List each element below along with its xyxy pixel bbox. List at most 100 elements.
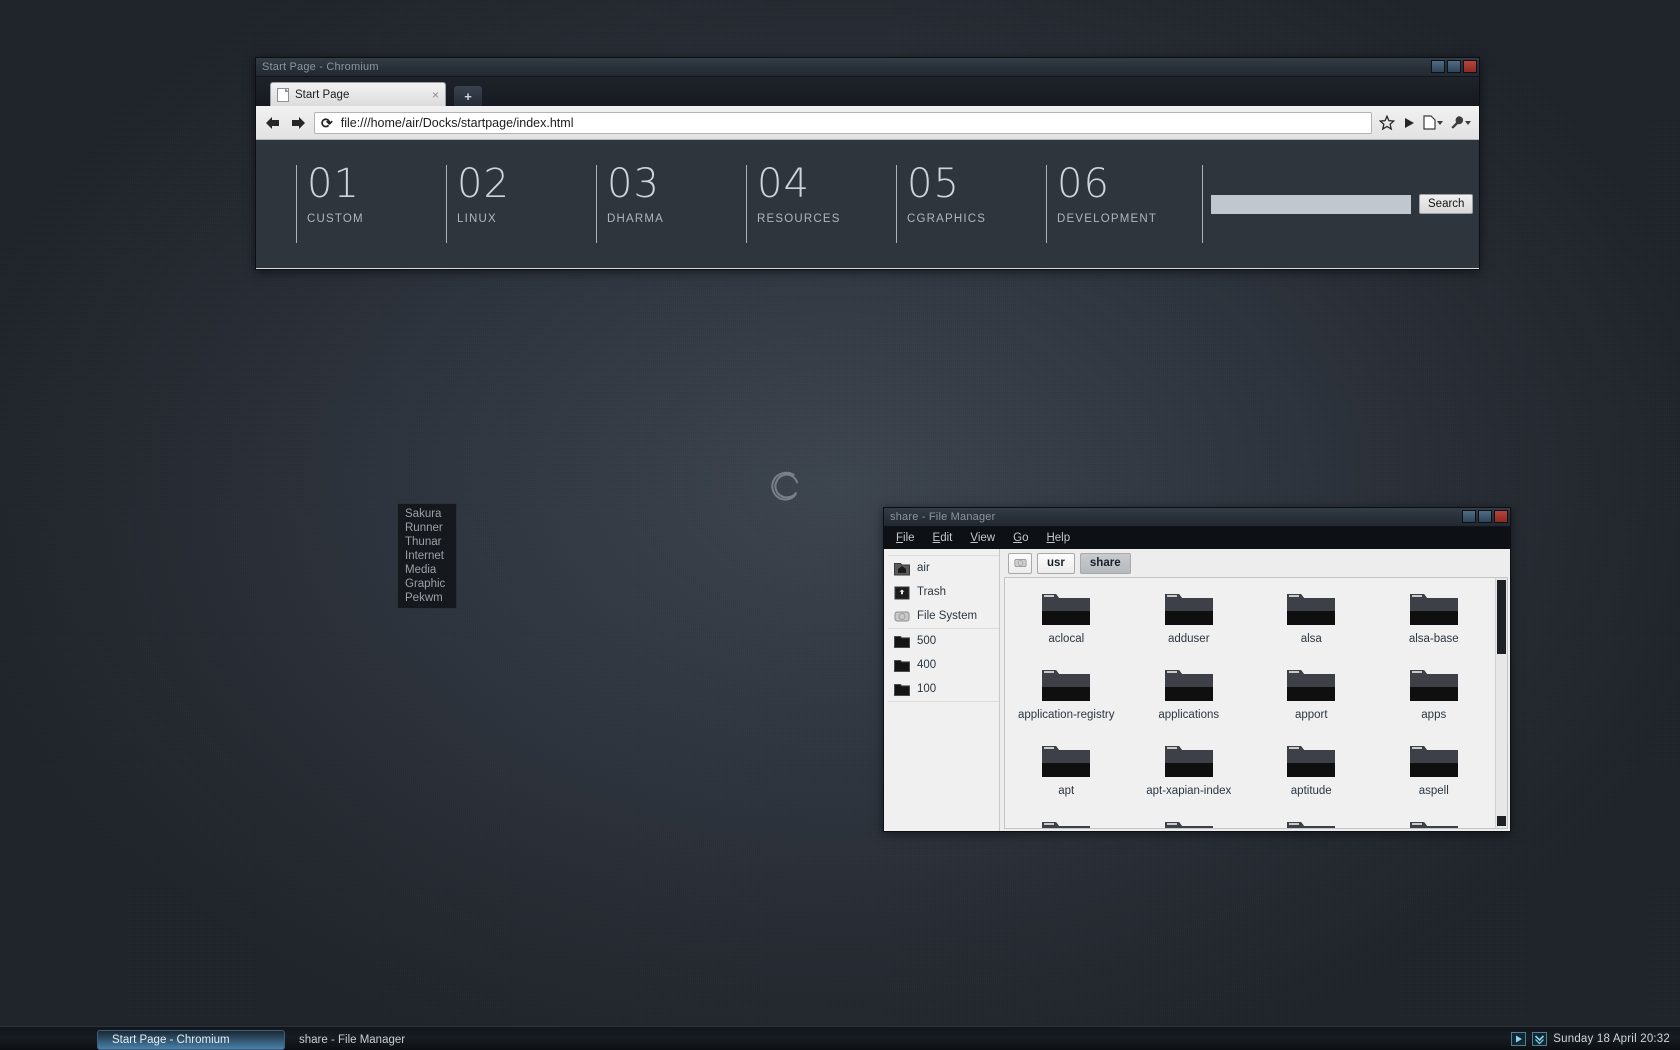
- file-manager-window[interactable]: share - File Manager FFileile Edit View …: [883, 507, 1511, 832]
- close-button[interactable]: [1463, 60, 1477, 73]
- pekwm-root-menu[interactable]: Sakura Runner Thunar Internet Media Grap…: [397, 503, 457, 609]
- folder-icon: [1287, 594, 1336, 625]
- wrench-icon[interactable]: [1450, 115, 1471, 130]
- close-button[interactable]: [1494, 510, 1508, 523]
- file-item[interactable]: alsa: [1250, 588, 1373, 664]
- file-manager-sidebar[interactable]: air Trash File System 500 400 100: [884, 549, 1000, 831]
- sidebar-item-400[interactable]: 400: [888, 653, 999, 677]
- maximize-button[interactable]: [1478, 510, 1492, 523]
- breadcrumb[interactable]: usr share: [1000, 549, 1510, 577]
- menu-help[interactable]: Help: [1046, 532, 1070, 544]
- startpage-column-06[interactable]: 06 DEVELOPMENT: [1046, 164, 1196, 243]
- sidebar-group-places: air Trash File System: [888, 555, 999, 629]
- file-manager-window-title: share - File Manager: [890, 511, 996, 523]
- taskbar[interactable]: Start Page - Chromium share - File Manag…: [0, 1026, 1680, 1050]
- menu-item-graphic[interactable]: Graphic: [398, 577, 456, 591]
- startpage-search-area[interactable]: Search: [1202, 165, 1474, 243]
- breadcrumb-usr[interactable]: usr: [1037, 552, 1075, 574]
- update-chevron-icon[interactable]: [1532, 1031, 1548, 1046]
- breadcrumb-root-button[interactable]: [1008, 552, 1032, 574]
- sidebar-item-trash[interactable]: Trash: [888, 580, 999, 604]
- file-item[interactable]: apt-xapian-index: [1128, 740, 1251, 816]
- file-list-area[interactable]: aclocal adduser alsa alsa-base applicati…: [1004, 577, 1508, 829]
- search-button[interactable]: Search: [1419, 194, 1474, 214]
- forward-arrow-icon[interactable]: [289, 115, 307, 131]
- file-item[interactable]: adduser: [1128, 588, 1251, 664]
- url-text[interactable]: file:///home/air/Docks/startpage/index.h…: [341, 116, 574, 130]
- file-item-partial[interactable]: [1005, 816, 1128, 828]
- file-item-partial[interactable]: [1250, 816, 1373, 828]
- file-manager-menubar[interactable]: FFileile Edit View Go Help: [884, 527, 1510, 549]
- chromium-window[interactable]: Start Page - Chromium Start Page × + ⟳ f…: [255, 57, 1480, 270]
- folder-icon: [1164, 746, 1213, 777]
- sidebar-item-100[interactable]: 100: [888, 677, 999, 701]
- chromium-titlebar[interactable]: Start Page - Chromium: [256, 58, 1479, 77]
- desktop[interactable]: Start Page - Chromium Start Page × + ⟳ f…: [0, 0, 1680, 1050]
- menu-item-pekwm[interactable]: Pekwm: [398, 591, 456, 605]
- file-label: apt: [1058, 785, 1075, 797]
- menu-item-thunar[interactable]: Thunar: [398, 535, 456, 549]
- startpage-column-04[interactable]: 04 RESOURCES: [746, 164, 896, 243]
- column-label: CGRAPHICS: [907, 213, 987, 225]
- harddisk-icon: [1014, 559, 1026, 567]
- chromium-tabstrip[interactable]: Start Page × +: [256, 77, 1479, 106]
- menu-item-media[interactable]: Media: [398, 563, 456, 577]
- file-item[interactable]: alsa-base: [1373, 588, 1496, 664]
- play-icon[interactable]: [1402, 116, 1416, 130]
- taskbar-item-chromium[interactable]: Start Page - Chromium: [97, 1029, 285, 1050]
- file-item[interactable]: aspell: [1373, 740, 1496, 816]
- media-play-icon[interactable]: [1511, 1031, 1527, 1046]
- sidebar-item-air[interactable]: air: [888, 556, 999, 580]
- file-item[interactable]: apps: [1373, 664, 1496, 740]
- window-controls[interactable]: [1462, 510, 1508, 523]
- menu-item-runner[interactable]: Runner: [398, 521, 456, 535]
- menu-go[interactable]: Go: [1013, 532, 1028, 544]
- file-item[interactable]: application-registry: [1005, 664, 1128, 740]
- home-folder-icon: [894, 562, 910, 575]
- search-input[interactable]: [1211, 194, 1411, 214]
- folder-icon: [894, 683, 910, 696]
- file-item-partial[interactable]: [1373, 816, 1496, 828]
- page-menu-icon[interactable]: [1423, 115, 1443, 130]
- window-controls[interactable]: [1431, 60, 1477, 73]
- startpage-column-02[interactable]: 02 LINUX: [446, 164, 596, 243]
- file-label: applications: [1158, 709, 1220, 721]
- file-item[interactable]: aclocal: [1005, 588, 1128, 664]
- sidebar-item-file-system[interactable]: File System: [888, 604, 999, 628]
- system-tray[interactable]: Sunday 18 April 20:32: [1511, 1031, 1680, 1046]
- breadcrumb-share[interactable]: share: [1079, 552, 1131, 574]
- menu-item-sakura[interactable]: Sakura: [398, 507, 456, 521]
- file-manager-titlebar[interactable]: share - File Manager: [884, 508, 1510, 527]
- star-icon[interactable]: [1379, 114, 1395, 131]
- reload-icon[interactable]: ⟳: [321, 116, 333, 130]
- file-item[interactable]: applications: [1128, 664, 1251, 740]
- vertical-scrollbar[interactable]: [1495, 578, 1507, 828]
- browser-tab-start-page[interactable]: Start Page ×: [270, 82, 446, 106]
- startpage-column-05[interactable]: 05 CGRAPHICS: [896, 164, 1046, 243]
- back-arrow-icon[interactable]: [264, 115, 282, 131]
- sidebar-item-500[interactable]: 500: [888, 629, 999, 653]
- menu-file[interactable]: FFileile: [896, 532, 915, 544]
- file-item[interactable]: apt: [1005, 740, 1128, 816]
- menu-item-internet[interactable]: Internet: [398, 549, 456, 563]
- menu-view[interactable]: View: [970, 532, 995, 544]
- scrollbar-down-button[interactable]: [1497, 816, 1506, 826]
- menu-edit[interactable]: Edit: [933, 532, 953, 544]
- minimize-button[interactable]: [1462, 510, 1476, 523]
- file-label: aclocal: [1048, 633, 1085, 645]
- file-item[interactable]: aptitude: [1250, 740, 1373, 816]
- scrollbar-thumb[interactable]: [1497, 580, 1506, 654]
- column-label: LINUX: [457, 213, 497, 225]
- minimize-button[interactable]: [1431, 60, 1445, 73]
- startpage-column-03[interactable]: 03 DHARMA: [596, 164, 746, 243]
- taskbar-item-file-manager[interactable]: share - File Manager: [285, 1030, 419, 1050]
- file-item-partial[interactable]: [1128, 816, 1251, 828]
- maximize-button[interactable]: [1447, 60, 1461, 73]
- chromium-toolbar[interactable]: ⟳ file:///home/air/Docks/startpage/index…: [256, 106, 1479, 140]
- startpage-column-01[interactable]: 01 CUSTOM: [296, 164, 446, 243]
- close-icon[interactable]: ×: [432, 89, 439, 101]
- address-bar[interactable]: ⟳ file:///home/air/Docks/startpage/index…: [314, 111, 1372, 134]
- new-tab-button[interactable]: +: [454, 86, 482, 106]
- file-grid: aclocal adduser alsa alsa-base applicati…: [1005, 578, 1495, 828]
- file-item[interactable]: apport: [1250, 664, 1373, 740]
